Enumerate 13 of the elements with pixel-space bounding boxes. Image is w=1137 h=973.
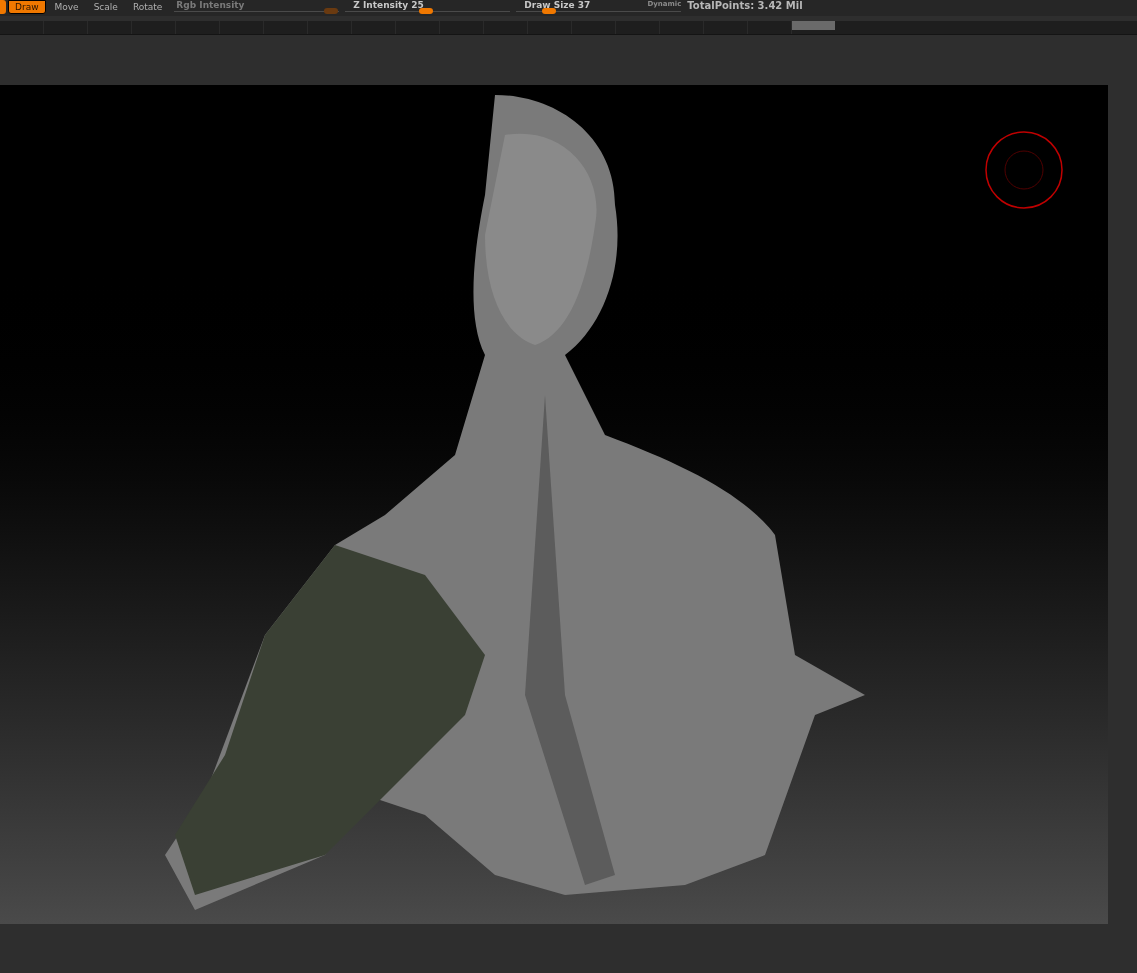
slider-label: Rgb Intensity xyxy=(176,0,245,11)
viewport[interactable] xyxy=(0,85,1108,924)
tool-button[interactable]: Scale xyxy=(87,0,124,14)
tool-button[interactable]: Move xyxy=(48,0,85,14)
slider-label: Draw Size 37 xyxy=(524,0,591,11)
brush-cursor-icon xyxy=(984,130,1064,210)
tool-button[interactable]: Draw xyxy=(8,0,46,14)
tool-button[interactable]: Rotate xyxy=(126,0,169,14)
slider-label: Z Intensity 25 xyxy=(353,0,424,11)
slider-thumb[interactable] xyxy=(419,8,434,14)
slider-thumb[interactable] xyxy=(542,8,557,14)
total-points: TotalPoints: 3.42 Mil xyxy=(687,0,803,11)
tool-button-edge[interactable] xyxy=(0,0,6,14)
